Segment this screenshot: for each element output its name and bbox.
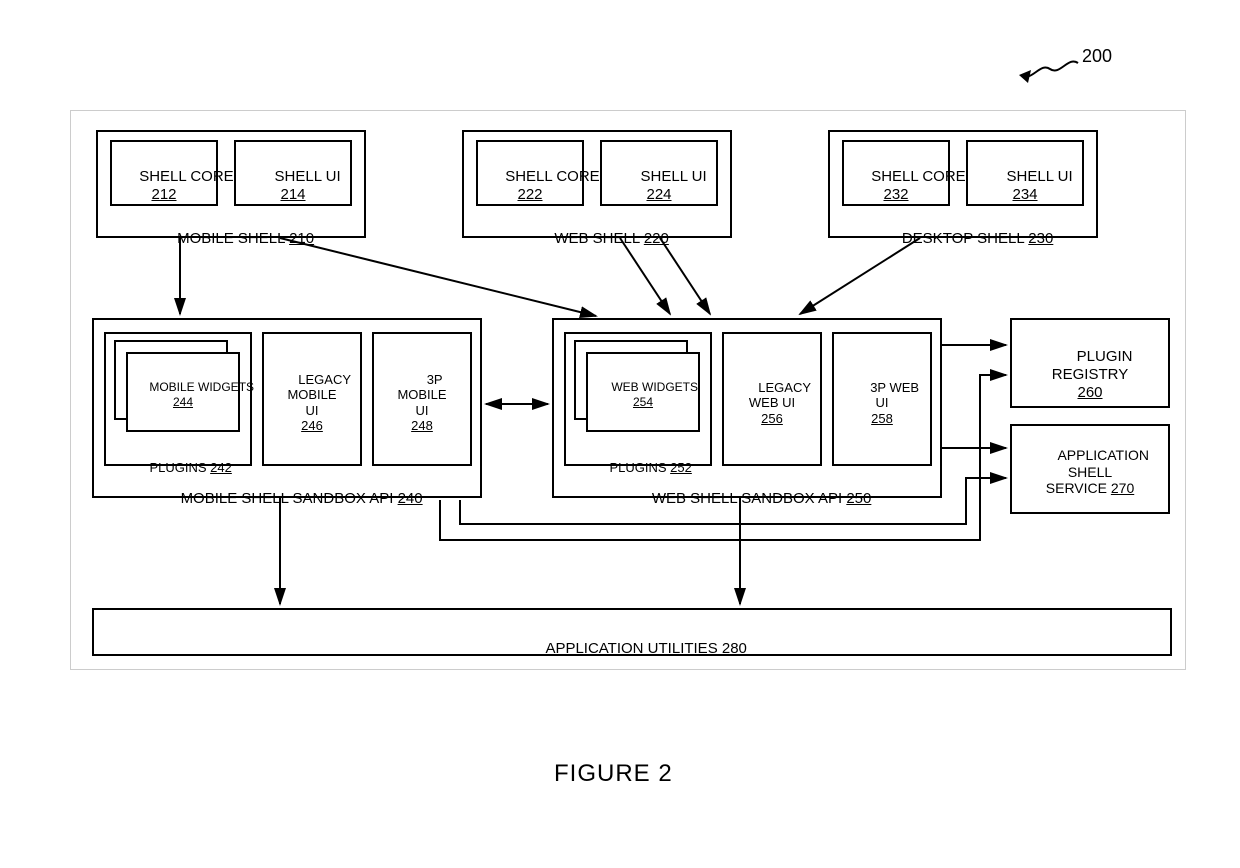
figure-title: FIGURE 2	[554, 760, 673, 788]
connectors-svg	[0, 0, 1240, 868]
diagram-stage: 200 SHELL CORE212 SHELL UI214 MOBILE SHE…	[0, 0, 1240, 868]
